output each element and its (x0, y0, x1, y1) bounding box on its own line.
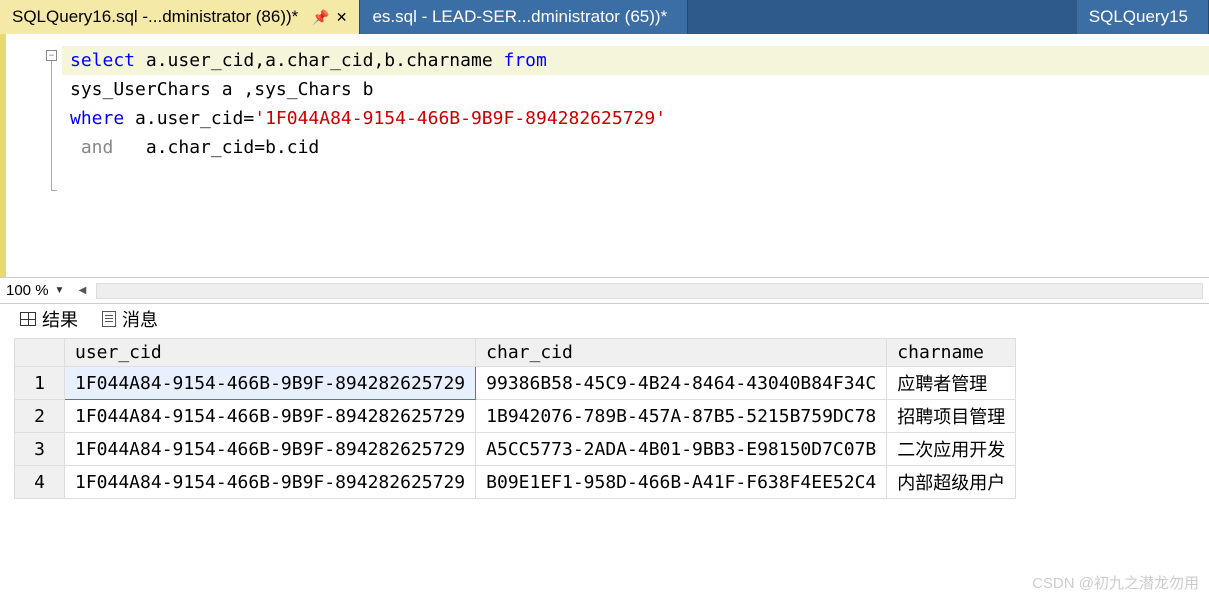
collapse-toggle[interactable]: − (46, 50, 57, 61)
cell[interactable]: 二次应用开发 (887, 433, 1016, 466)
tab-active[interactable]: SQLQuery16.sql -...dministrator (86))* 📌… (0, 0, 360, 34)
zoom-dropdown[interactable]: 100 % ▼ (6, 282, 68, 299)
sql-keyword: where (70, 108, 124, 129)
document-icon (102, 311, 116, 327)
row-number: 3 (15, 433, 65, 466)
sql-editor[interactable]: − select a.user_cid,a.char_cid,b.charnam… (0, 34, 1209, 278)
col-header[interactable]: charname (887, 339, 1016, 367)
results-table[interactable]: user_cid char_cid charname 1 1F044A84-91… (14, 338, 1016, 499)
tab-messages[interactable]: 消息 (92, 302, 168, 338)
table-row[interactable]: 1 1F044A84-9154-466B-9B9F-894282625729 9… (15, 367, 1016, 400)
tab-messages-label: 消息 (122, 306, 158, 332)
result-tabs: 结果 消息 (0, 304, 1209, 338)
cell[interactable]: 应聘者管理 (887, 367, 1016, 400)
sql-keyword: and (70, 137, 124, 158)
cell[interactable]: 1F044A84-9154-466B-9B9F-894282625729 (65, 466, 476, 499)
table-corner (15, 339, 65, 367)
tab-label: es.sql - LEAD-SER...dministrator (65))* (372, 7, 667, 27)
grid-icon (20, 312, 36, 326)
tab-results[interactable]: 结果 (10, 302, 88, 338)
tab-second[interactable]: es.sql - LEAD-SER...dministrator (65))* (360, 0, 688, 34)
cell[interactable]: 99386B58-45C9-4B24-8464-43040B84F34C (476, 367, 887, 400)
sql-text: a.user_cid,a.char_cid,b.charname (135, 50, 503, 71)
zoom-bar: 100 % ▼ ◀ (0, 278, 1209, 304)
tab-label: SQLQuery15 (1089, 7, 1188, 27)
table-row[interactable]: 4 1F044A84-9154-466B-9B9F-894282625729 B… (15, 466, 1016, 499)
tab-label: SQLQuery16.sql -...dministrator (86))* (12, 7, 298, 27)
sql-text: a.char_cid=b.cid (124, 137, 319, 158)
sql-text: sys_UserChars a ,sys_Chars b (70, 79, 373, 100)
cell[interactable]: 1F044A84-9154-466B-9B9F-894282625729 (65, 433, 476, 466)
tab-bar: SQLQuery16.sql -...dministrator (86))* 📌… (0, 0, 1209, 34)
chevron-down-icon: ▼ (55, 285, 65, 296)
sql-string: '1F044A84-9154-466B-9B9F-894282625729' (254, 108, 666, 129)
cell[interactable]: 内部超级用户 (887, 466, 1016, 499)
sql-text: a.user_cid= (124, 108, 254, 129)
cell[interactable]: 1F044A84-9154-466B-9B9F-894282625729 (65, 400, 476, 433)
cell[interactable]: B09E1EF1-958D-466B-A41F-F638F4EE52C4 (476, 466, 887, 499)
row-number: 2 (15, 400, 65, 433)
table-row[interactable]: 3 1F044A84-9154-466B-9B9F-894282625729 A… (15, 433, 1016, 466)
col-header[interactable]: char_cid (476, 339, 887, 367)
collapse-end (51, 190, 57, 191)
editor-margin (0, 34, 44, 277)
cell[interactable]: 招聘项目管理 (887, 400, 1016, 433)
zoom-level: 100 % (6, 282, 49, 299)
table-header-row: user_cid char_cid charname (15, 339, 1016, 367)
editor-gutter: − (44, 34, 62, 277)
tab-results-label: 结果 (42, 306, 78, 332)
cell[interactable]: A5CC5773-2ADA-4B01-9BB3-E98150D7C07B (476, 433, 887, 466)
sql-keyword: select (70, 50, 135, 71)
row-number: 1 (15, 367, 65, 400)
sql-keyword: from (504, 50, 547, 71)
close-icon[interactable]: ✕ (336, 9, 348, 26)
cell[interactable]: 1B942076-789B-457A-87B5-5215B759DC78 (476, 400, 887, 433)
col-header[interactable]: user_cid (65, 339, 476, 367)
pin-icon[interactable]: 📌 (312, 9, 329, 26)
editor-content[interactable]: select a.user_cid,a.char_cid,b.charname … (62, 34, 1209, 277)
row-number: 4 (15, 466, 65, 499)
table-row[interactable]: 2 1F044A84-9154-466B-9B9F-894282625729 1… (15, 400, 1016, 433)
tab-right[interactable]: SQLQuery15 (1077, 0, 1209, 34)
cell[interactable]: 1F044A84-9154-466B-9B9F-894282625729 (65, 367, 476, 400)
horizontal-scrollbar[interactable] (96, 283, 1203, 299)
scroll-left-icon[interactable]: ◀ (74, 283, 90, 299)
watermark: CSDN @初九之潜龙勿用 (1032, 572, 1199, 593)
collapse-line (51, 61, 52, 191)
results-grid: user_cid char_cid charname 1 1F044A84-91… (0, 338, 1209, 507)
